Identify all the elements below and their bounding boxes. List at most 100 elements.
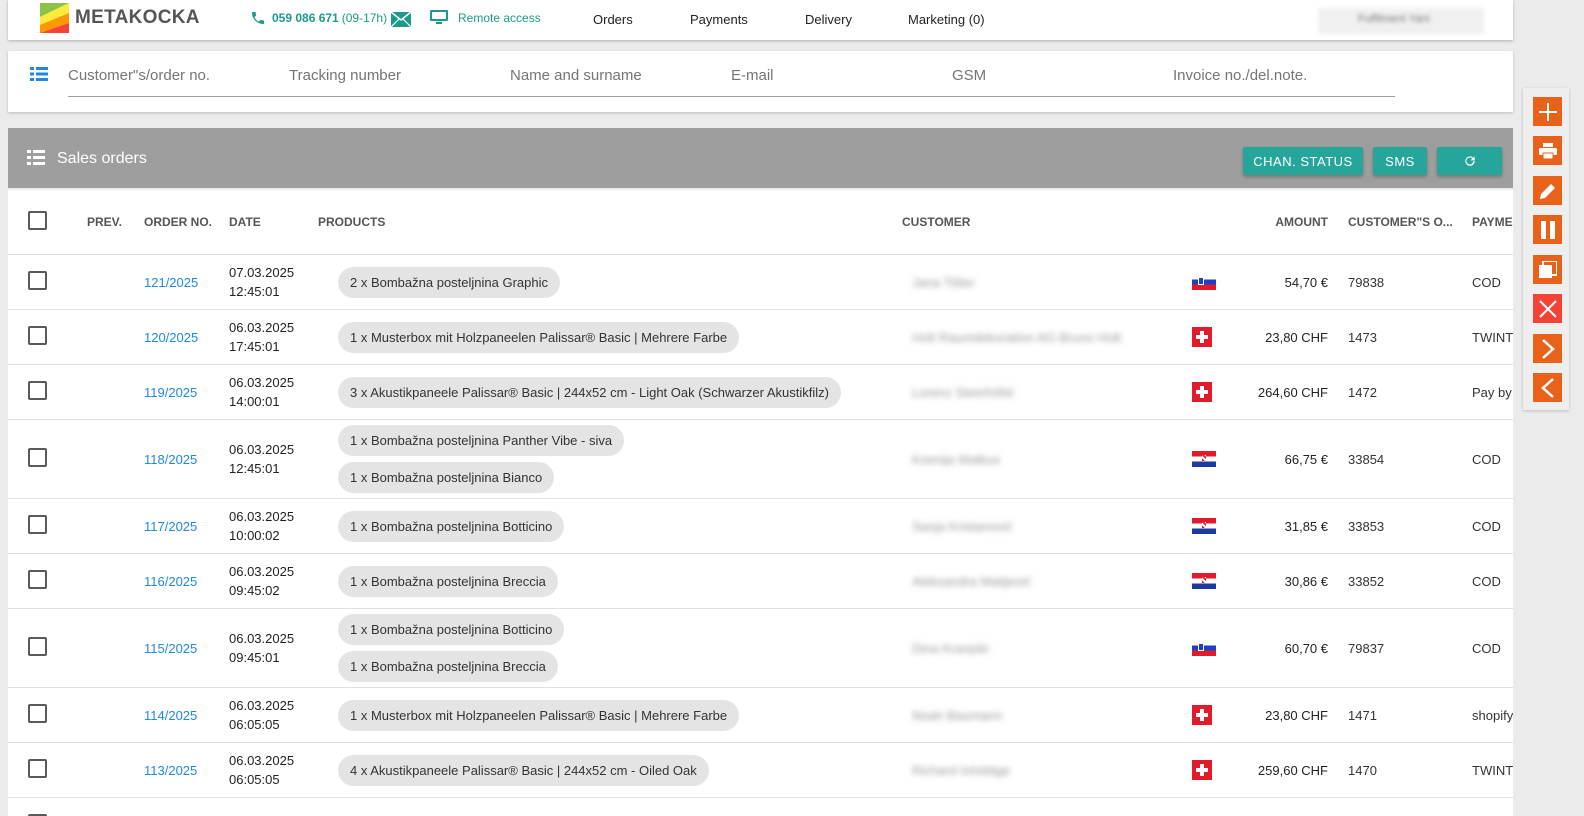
order-number-link[interactable]: 114/2025 — [144, 708, 197, 723]
email-input[interactable] — [731, 65, 931, 85]
tracking-number-input[interactable] — [289, 65, 489, 85]
col-order-no[interactable]: ORDER NO. — [144, 190, 229, 255]
customer-order-cell: 79838 — [1348, 254, 1472, 310]
print-button[interactable] — [1533, 136, 1562, 165]
col-customer-order[interactable]: CUSTOMER"S O... — [1348, 190, 1472, 255]
previous-button[interactable] — [1533, 373, 1562, 402]
table-row[interactable]: 118/2025 06.03.2025 12:45:01 1 x Bombažna… — [8, 419, 1513, 499]
order-number-link[interactable]: 119/2025 — [144, 385, 197, 400]
date-cell: 06.03.2025 17:45:01 — [229, 309, 318, 365]
col-amount[interactable]: AMOUNT — [1232, 190, 1348, 255]
customer-order-no-input[interactable] — [68, 65, 268, 85]
order-number-link[interactable]: 113/2025 — [144, 763, 197, 778]
refresh-button[interactable] — [1437, 147, 1502, 175]
payment-cell: Pay by — [1472, 364, 1513, 420]
remote-access-link[interactable]: Remote access — [430, 10, 541, 25]
edit-button[interactable] — [1533, 176, 1562, 205]
row-checkbox[interactable] — [28, 448, 47, 467]
flag-cell — [1192, 742, 1232, 798]
phone-contact[interactable]: 059 086 671 (09-17h) — [250, 10, 387, 26]
prev-cell — [87, 309, 144, 365]
col-customer[interactable]: CUSTOMER — [902, 190, 1192, 255]
product-chip[interactable]: 2 x Bombažna posteljnina Graphic — [338, 266, 561, 298]
customer-name: Noah Baumann — [912, 707, 1003, 723]
next-button[interactable] — [1533, 334, 1562, 363]
table-row[interactable]: 119/2025 06.03.2025 14:00:01 3 x Akustikp… — [8, 364, 1513, 420]
sms-button[interactable]: SMS — [1373, 147, 1427, 175]
product-chip[interactable]: 1 x Bombažna posteljnina Panther Vibe - … — [338, 425, 625, 456]
product-chip[interactable]: 1 x Bombažna posteljnina Bianco — [338, 462, 555, 493]
date-cell: 05.03.2025 — [229, 797, 318, 816]
order-number-link[interactable]: 116/2025 — [144, 574, 197, 589]
product-chip[interactable]: 3 x Akustikpaneele Palissar® Basic | 244… — [338, 376, 841, 408]
flag-cell — [1192, 553, 1232, 609]
order-number-link[interactable]: 120/2025 — [144, 330, 198, 345]
product-chip[interactable]: 1 x Bombažna posteljnina Breccia — [338, 651, 558, 682]
row-checkbox[interactable] — [28, 381, 47, 400]
nav-marketing[interactable]: Marketing (0) — [908, 12, 985, 27]
nav-orders[interactable]: Orders — [593, 12, 633, 27]
payment-cell: COD — [1472, 419, 1513, 499]
row-checkbox[interactable] — [28, 271, 47, 290]
order-number-link[interactable]: 115/2025 — [144, 641, 197, 656]
prev-cell — [87, 498, 144, 554]
table-row[interactable]: 112/2025 05.03.2025 — [8, 797, 1513, 816]
user-menu[interactable]: Fulfilment Yani — [1318, 8, 1484, 34]
pause-button[interactable] — [1533, 215, 1562, 244]
logo-icon — [40, 3, 69, 33]
col-date[interactable]: DATE — [229, 190, 318, 255]
row-checkbox[interactable] — [28, 570, 47, 589]
row-checkbox[interactable] — [28, 704, 47, 723]
date-cell: 06.03.2025 09:45:01 — [229, 608, 318, 688]
cancel-button[interactable] — [1533, 294, 1562, 323]
col-payment[interactable]: PAYMEN — [1472, 190, 1513, 255]
table-row[interactable]: 114/2025 06.03.2025 06:05:05 1 x Musterbo… — [8, 687, 1513, 743]
flag-cell — [1192, 498, 1232, 554]
list-icon — [27, 150, 45, 165]
select-cell — [8, 254, 87, 310]
order-number-link[interactable]: 117/2025 — [144, 519, 197, 534]
flag-cell — [1192, 797, 1232, 816]
order-no-cell: 121/2025 — [144, 254, 229, 310]
row-checkbox[interactable] — [28, 759, 47, 778]
row-checkbox[interactable] — [28, 515, 47, 534]
products-cell: 1 x Bombažna posteljnina Botticino — [318, 498, 902, 554]
table-row[interactable]: 121/2025 07.03.2025 12:45:01 2 x Bombažna… — [8, 254, 1513, 310]
flag-cell — [1192, 608, 1232, 688]
select-cell — [8, 687, 87, 743]
copy-button[interactable] — [1533, 255, 1562, 284]
customer-cell: Aleksandra Matijević — [902, 553, 1192, 609]
table-row[interactable]: 120/2025 06.03.2025 17:45:01 1 x Musterbo… — [8, 309, 1513, 365]
name-surname-input[interactable] — [510, 65, 710, 85]
product-chip[interactable]: 1 x Bombažna posteljnina Breccia — [338, 565, 558, 597]
product-chip[interactable]: 1 x Bombažna posteljnina Botticino — [338, 510, 565, 542]
add-button[interactable] — [1533, 97, 1562, 126]
select-all-checkbox[interactable] — [28, 211, 47, 230]
order-number-link[interactable]: 121/2025 — [144, 275, 198, 290]
product-chip[interactable]: 4 x Akustikpaneele Palissar® Basic | 244… — [338, 754, 709, 786]
table-row[interactable]: 113/2025 06.03.2025 06:05:05 4 x Akustikp… — [8, 742, 1513, 798]
nav-delivery[interactable]: Delivery — [805, 12, 852, 27]
plus-icon — [1538, 102, 1557, 121]
print-icon — [1538, 142, 1557, 159]
invoice-no-input[interactable] — [1173, 65, 1373, 85]
order-number-link[interactable]: 118/2025 — [144, 452, 197, 467]
product-chip[interactable]: 1 x Bombažna posteljnina Botticino — [338, 614, 565, 645]
logo[interactable]: METAKOCKA — [40, 3, 200, 33]
col-products[interactable]: PRODUCTS — [318, 190, 902, 255]
table-row[interactable]: 117/2025 06.03.2025 10:00:02 1 x Bombažna… — [8, 498, 1513, 554]
product-chip[interactable]: 1 x Musterbox mit Holzpaneelen Palissar®… — [338, 321, 740, 353]
col-prev[interactable]: PREV. — [87, 190, 144, 255]
change-status-button[interactable]: CHAN. STATUS — [1243, 147, 1363, 175]
list-view-icon[interactable] — [30, 67, 48, 81]
row-checkbox[interactable] — [28, 637, 47, 656]
select-cell — [8, 364, 87, 420]
customer-name: Dina Kranjski — [912, 640, 989, 656]
mail-icon[interactable] — [391, 12, 411, 27]
gsm-input[interactable] — [952, 65, 1152, 85]
nav-payments[interactable]: Payments — [690, 12, 748, 27]
table-row[interactable]: 116/2025 06.03.2025 09:45:02 1 x Bombažna… — [8, 553, 1513, 609]
table-row[interactable]: 115/2025 06.03.2025 09:45:01 1 x Bombažna… — [8, 608, 1513, 688]
product-chip[interactable]: 1 x Musterbox mit Holzpaneelen Palissar®… — [338, 699, 740, 731]
row-checkbox[interactable] — [28, 326, 47, 345]
